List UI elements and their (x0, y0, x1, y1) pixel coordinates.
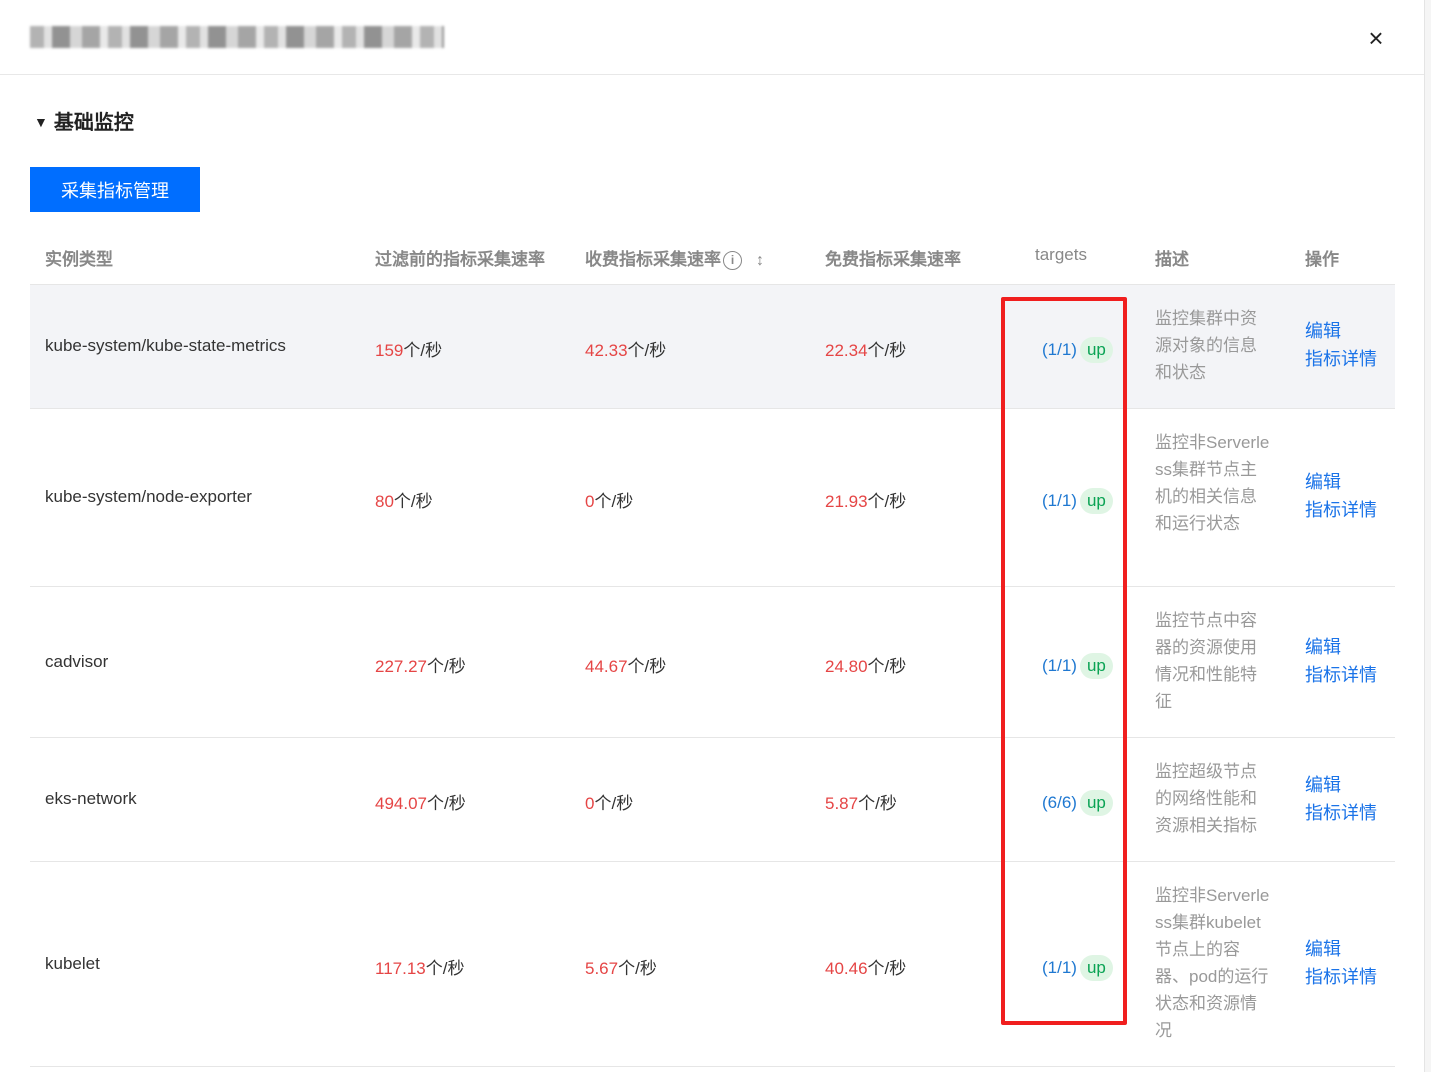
rate-before: 227.27个/秒 (375, 652, 466, 677)
rate-unit: 个/秒 (858, 794, 897, 813)
rate-free-value: 22.34 (825, 341, 868, 360)
rate-free: 24.80个/秒 (825, 652, 906, 677)
rate-unit: 个/秒 (403, 341, 443, 360)
close-icon[interactable]: × (1362, 24, 1390, 52)
rate-free-value: 40.46 (825, 959, 868, 978)
instance-name: kube-system/node-exporter (45, 487, 252, 506)
rate-before: 80个/秒 (375, 487, 433, 512)
instance-name: kubelet (45, 954, 100, 973)
metric-detail-link[interactable]: 指标详情 (1305, 963, 1377, 991)
column-header-paid: 收费指标采集速率 i ↕ (585, 245, 764, 270)
rate-before: 494.07个/秒 (375, 789, 466, 814)
rate-paid: 5.67个/秒 (585, 954, 657, 979)
targets-highlight-annotation (1001, 297, 1127, 1025)
rate-unit: 个/秒 (594, 492, 634, 511)
rate-paid: 42.33个/秒 (585, 336, 666, 361)
rate-unit: 个/秒 (867, 959, 907, 978)
rate-before: 159个/秒 (375, 336, 442, 361)
column-header-paid-label: 收费指标采集速率 (585, 250, 721, 269)
column-header-instance: 实例类型 (45, 250, 113, 269)
rate-free: 5.87个/秒 (825, 789, 897, 814)
rate-paid-value: 44.67 (585, 657, 628, 676)
caret-down-icon[interactable]: ▼ (34, 114, 48, 130)
row-description: 监控非Serverless集群节点主机的相关信息和运行状态 (1155, 433, 1270, 533)
metrics-table: 实例类型 过滤前的指标采集速率 收费指标采集速率 i ↕ 免费指标采集速率 targ… (30, 228, 1395, 1067)
rate-unit: 个/秒 (618, 959, 657, 978)
instance-name: cadvisor (45, 652, 109, 671)
rate-unit: 个/秒 (867, 492, 907, 511)
rate-unit: 个/秒 (427, 794, 466, 813)
rate-unit: 个/秒 (594, 794, 634, 813)
row-actions: 编辑 指标详情 (1305, 935, 1377, 991)
row-actions: 编辑 指标详情 (1305, 771, 1377, 827)
rate-unit: 个/秒 (627, 341, 667, 360)
row-description: 监控非Serverless集群kubelet节点上的容器、pod的运行状态和资源… (1155, 886, 1270, 1040)
table-row: kubelet 117.13个/秒 5.67个/秒 40.46个/秒 (1/1)… (30, 862, 1395, 1067)
info-icon[interactable]: i (723, 251, 742, 270)
metric-detail-link[interactable]: 指标详情 (1305, 799, 1377, 827)
sort-icon[interactable]: ↕ (756, 252, 764, 270)
rate-unit: 个/秒 (867, 657, 907, 676)
column-header-targets: targets (1035, 245, 1087, 264)
row-description: 监控集群中资源对象的信息和状态 (1155, 309, 1257, 382)
section-title: 基础监控 (53, 112, 134, 134)
rate-before-value: 494.07 (375, 794, 427, 813)
edit-link[interactable]: 编辑 (1305, 771, 1377, 799)
table-header: 实例类型 过滤前的指标采集速率 收费指标采集速率 i ↕ 免费指标采集速率 targ… (30, 228, 1395, 285)
scrollbar-track[interactable] (1425, 0, 1431, 1072)
instance-name: eks-network (45, 789, 137, 808)
rate-paid: 0个/秒 (585, 789, 633, 814)
table-row: kube-system/kube-state-metrics 159个/秒 42… (30, 285, 1395, 409)
rate-free-value: 24.80 (825, 657, 868, 676)
row-actions: 编辑 指标详情 (1305, 468, 1377, 524)
row-actions: 编辑 指标详情 (1305, 633, 1377, 689)
section-header[interactable]: ▼ 基础监控 (34, 106, 134, 135)
rate-before-value: 159 (375, 341, 404, 360)
rate-free-value: 5.87 (825, 794, 859, 813)
rate-before-value: 80 (375, 492, 394, 511)
table-row: kube-system/node-exporter 80个/秒 0个/秒 21.… (30, 409, 1395, 587)
rate-free: 22.34个/秒 (825, 336, 906, 361)
rate-before: 117.13个/秒 (375, 954, 464, 979)
rate-before-value: 117.13 (375, 959, 426, 978)
rate-unit: 个/秒 (425, 959, 465, 978)
table-row: eks-network 494.07个/秒 0个/秒 5.87个/秒 (6/6)… (30, 738, 1395, 862)
rate-free-value: 21.93 (825, 492, 868, 511)
rate-paid: 44.67个/秒 (585, 652, 666, 677)
rate-unit: 个/秒 (867, 341, 907, 360)
dialog-title-redacted (30, 26, 444, 48)
edit-link[interactable]: 编辑 (1305, 468, 1377, 496)
rate-unit: 个/秒 (393, 492, 433, 511)
rate-free: 40.46个/秒 (825, 954, 906, 979)
row-description: 监控节点中容器的资源使用情况和性能特征 (1155, 611, 1257, 711)
column-header-free: 免费指标采集速率 (825, 250, 961, 269)
row-actions: 编辑 指标详情 (1305, 317, 1377, 373)
column-header-description: 描述 (1155, 250, 1189, 269)
rate-unit: 个/秒 (427, 657, 466, 676)
column-header-actions: 操作 (1305, 250, 1339, 269)
edit-link[interactable]: 编辑 (1305, 633, 1377, 661)
dialog: × ▼ 基础监控 采集指标管理 实例类型 过滤前的指标采集速率 收费指标采集速率 i… (0, 0, 1425, 1072)
dialog-header: × (0, 0, 1424, 75)
edit-link[interactable]: 编辑 (1305, 317, 1377, 345)
metric-detail-link[interactable]: 指标详情 (1305, 496, 1377, 524)
rate-unit: 个/秒 (627, 657, 667, 676)
metric-detail-link[interactable]: 指标详情 (1305, 661, 1377, 689)
rate-paid-value: 5.67 (585, 959, 619, 978)
row-description: 监控超级节点的网络性能和资源相关指标 (1155, 762, 1257, 835)
table-row: cadvisor 227.27个/秒 44.67个/秒 24.80个/秒 (1/… (30, 587, 1395, 738)
instance-name: kube-system/kube-state-metrics (45, 336, 286, 355)
manage-metrics-button[interactable]: 采集指标管理 (30, 167, 200, 212)
rate-before-value: 227.27 (375, 657, 427, 676)
rate-free: 21.93个/秒 (825, 487, 906, 512)
rate-paid: 0个/秒 (585, 487, 633, 512)
rate-paid-value: 42.33 (585, 341, 628, 360)
column-header-before: 过滤前的指标采集速率 (375, 250, 545, 269)
metric-detail-link[interactable]: 指标详情 (1305, 345, 1377, 373)
edit-link[interactable]: 编辑 (1305, 935, 1377, 963)
